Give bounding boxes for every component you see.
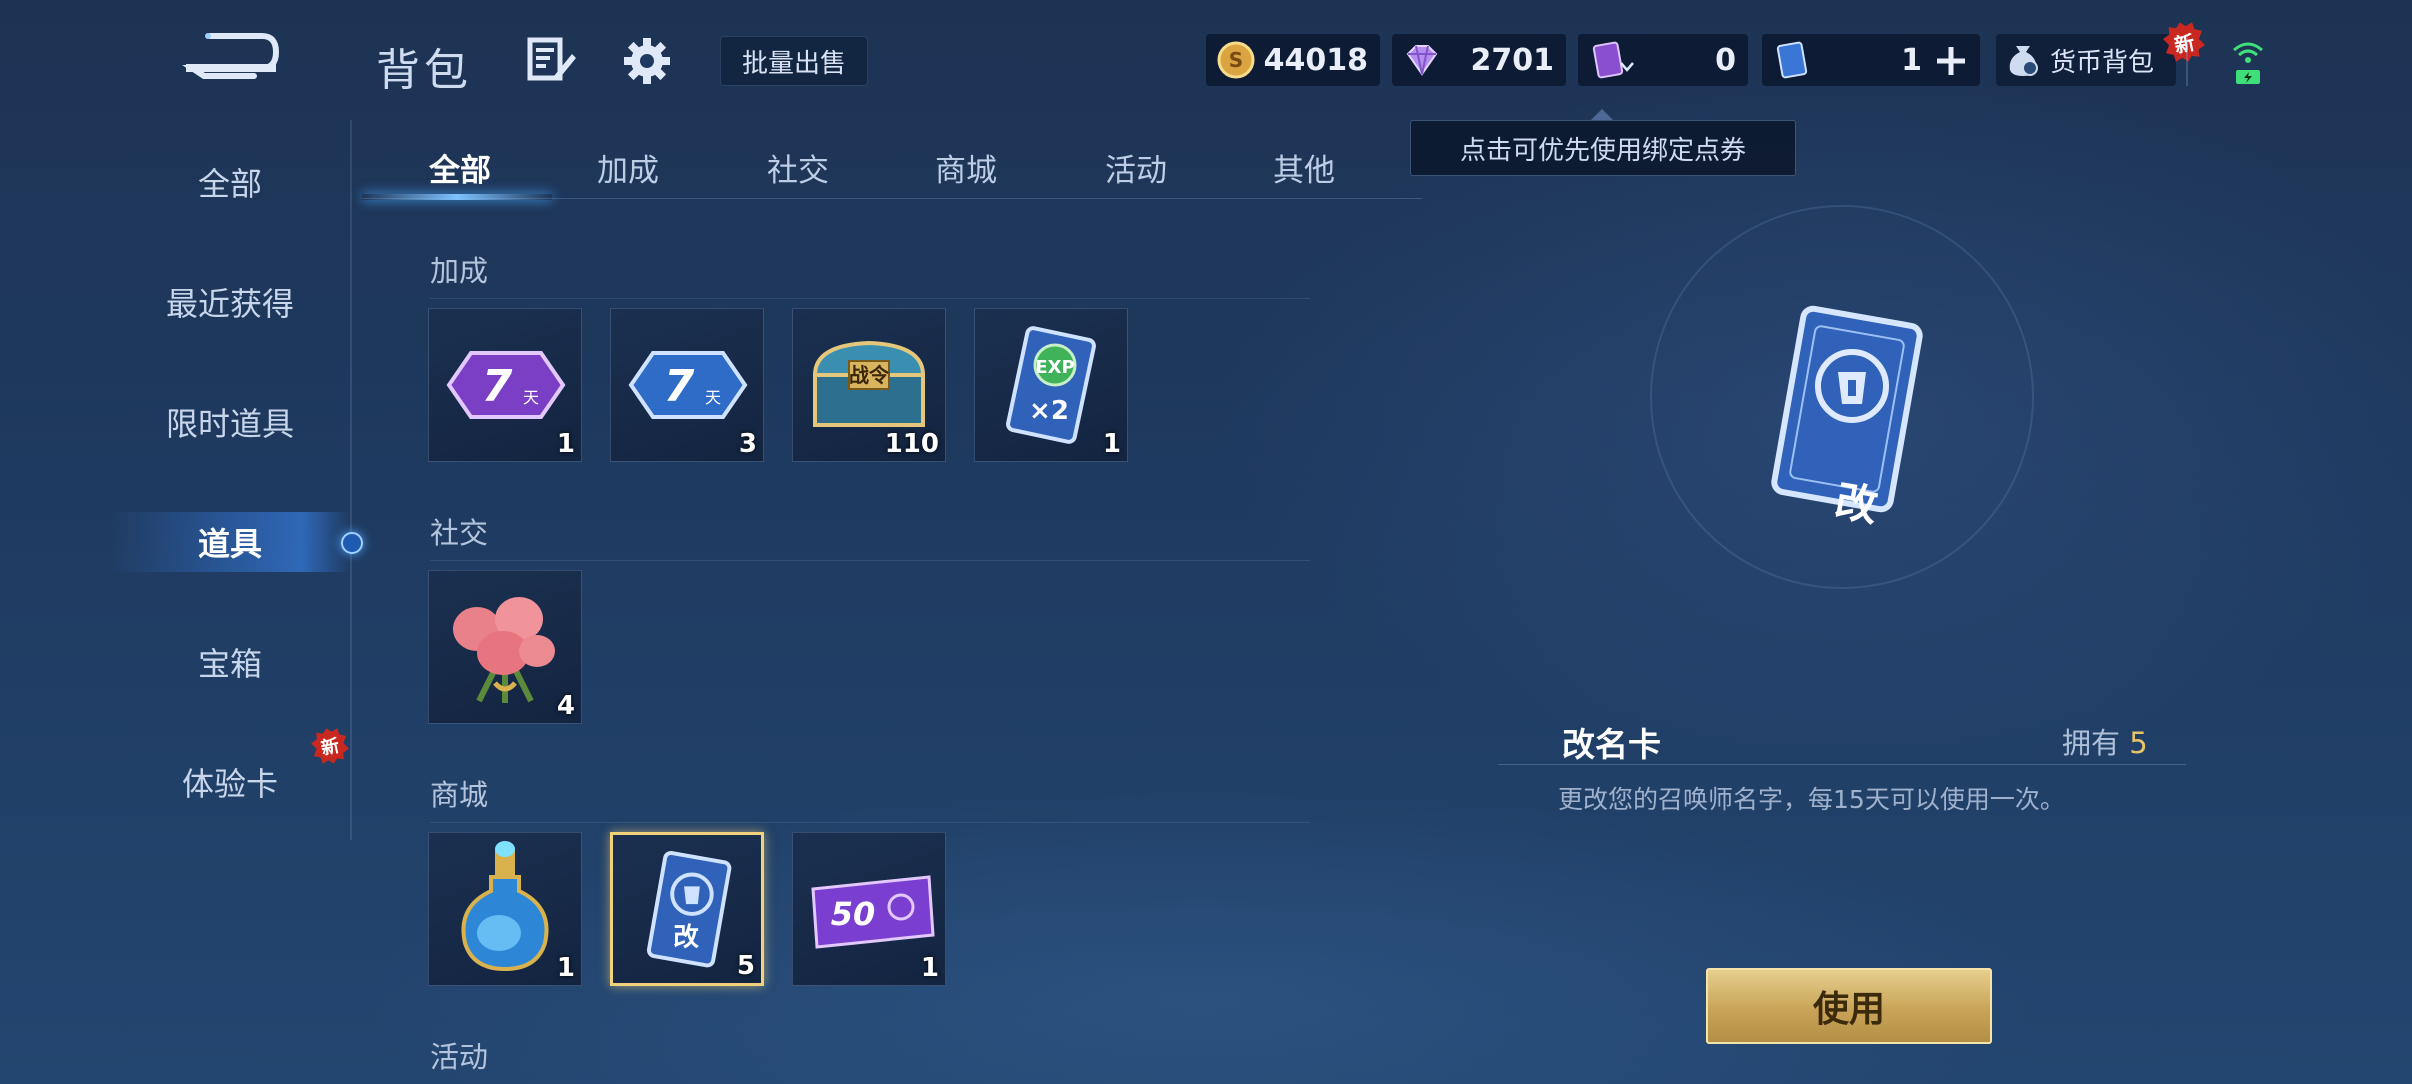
item-count: 1 — [556, 429, 575, 459]
tab-mall[interactable]: 商城 — [906, 142, 1026, 192]
inventory-slot[interactable]: 7 天 1 — [428, 308, 582, 462]
section-divider — [430, 822, 1310, 823]
voucher-value: 1 — [1901, 42, 1922, 78]
diamond-value: 2701 — [1470, 42, 1555, 78]
inventory-slot[interactable]: 7 天 3 — [610, 308, 764, 462]
item-count: 4 — [556, 691, 575, 721]
svg-text:EXP: EXP — [1035, 357, 1074, 378]
svg-text:S: S — [1229, 48, 1243, 72]
sidebar-divider — [350, 120, 352, 840]
tab-event[interactable]: 活动 — [1076, 142, 1196, 192]
sidebar-item-limited[interactable]: 限时道具 — [110, 392, 350, 452]
svg-text:战令: 战令 — [849, 363, 890, 387]
item-name: 改名卡 — [1562, 725, 1661, 764]
inventory-slot[interactable]: 50 1 — [792, 832, 946, 986]
item-count: 110 — [884, 429, 939, 459]
item-count: 1 — [556, 953, 575, 983]
wifi-battery-icon — [2233, 42, 2263, 84]
currency-wallet-button[interactable]: 货币背包 — [1996, 34, 2176, 86]
item-count: 3 — [738, 429, 757, 459]
sidebar-item-trial-card[interactable]: 体验卡 — [110, 752, 350, 812]
bound-voucher-value: 0 — [1715, 42, 1736, 78]
inventory-slot[interactable]: 4 — [428, 570, 582, 724]
svg-text:天: 天 — [523, 388, 539, 407]
edit-icon[interactable] — [526, 36, 578, 84]
tab-social[interactable]: 社交 — [738, 142, 858, 192]
owned-label: 拥有 — [2062, 726, 2121, 760]
item-description: 更改您的召唤师名字，每15天可以使用一次。 — [1558, 785, 2065, 814]
gold-coin-icon: S — [1217, 41, 1255, 79]
tab-other[interactable]: 其他 — [1244, 142, 1364, 192]
sidebar-item-all[interactable]: 全部 — [110, 152, 350, 212]
svg-text:改: 改 — [673, 922, 699, 953]
diamond-balance: 2701 — [1392, 34, 1566, 86]
sidebar-active-indicator — [341, 532, 363, 554]
tab-all[interactable]: 全部 — [400, 142, 520, 192]
svg-text:7: 7 — [664, 361, 695, 412]
item-count: 5 — [736, 951, 755, 981]
section-title-mall: 商城 — [430, 778, 489, 812]
page-title: 背包 — [376, 45, 472, 96]
voucher-tooltip: 点击可优先使用绑定点券 — [1410, 109, 1796, 176]
bound-voucher-balance[interactable]: 0 — [1578, 34, 1748, 86]
owned-count: 拥有 5 — [2062, 720, 2148, 762]
item-count: 1 — [920, 953, 939, 983]
item-count: 1 — [1102, 429, 1121, 459]
batch-sell-button[interactable]: 批量出售 — [720, 36, 868, 86]
inventory-slot[interactable]: 1 — [428, 832, 582, 986]
section-title-event: 活动 — [430, 1040, 489, 1074]
tab-bonus[interactable]: 加成 — [568, 142, 688, 192]
sidebar-item-recent[interactable]: 最近获得 — [110, 272, 350, 332]
gold-coin-value: 44018 — [1263, 42, 1368, 78]
svg-text:7: 7 — [482, 361, 513, 412]
voucher-balance: 1 — [1762, 34, 1980, 86]
diamond-icon — [1406, 45, 1438, 76]
section-title-social: 社交 — [430, 516, 489, 550]
gear-icon[interactable] — [622, 36, 672, 86]
add-icon[interactable] — [1934, 44, 1968, 78]
inventory-slot-selected[interactable]: 改 5 — [610, 832, 764, 986]
sidebar-item-chest[interactable]: 宝箱 — [110, 632, 350, 692]
inventory-slot[interactable]: EXP ×2 1 — [974, 308, 1128, 462]
use-button[interactable]: 使用 — [1706, 968, 1992, 1044]
divider — [2186, 34, 2188, 86]
svg-text:50: 50 — [831, 895, 876, 933]
voucher-icon — [1776, 41, 1808, 79]
detail-divider — [1498, 764, 2186, 765]
sidebar-item-props[interactable]: 道具 — [110, 512, 350, 572]
section-title-bonus: 加成 — [430, 254, 489, 288]
chevron-down-icon[interactable] — [1618, 60, 1636, 74]
tab-active-underline — [362, 194, 552, 200]
owned-value: 5 — [2129, 726, 2148, 760]
svg-text:×2: ×2 — [1029, 396, 1069, 426]
section-divider — [430, 298, 1310, 299]
money-bag-icon — [2009, 46, 2038, 76]
svg-text:天: 天 — [705, 388, 721, 407]
gold-coin-balance: S 44018 — [1206, 34, 1380, 86]
currency-wallet-label: 货币背包 — [2050, 47, 2155, 78]
section-divider — [430, 560, 1310, 561]
back-icon[interactable] — [180, 28, 280, 84]
inventory-slot[interactable]: 战令 110 — [792, 308, 946, 462]
